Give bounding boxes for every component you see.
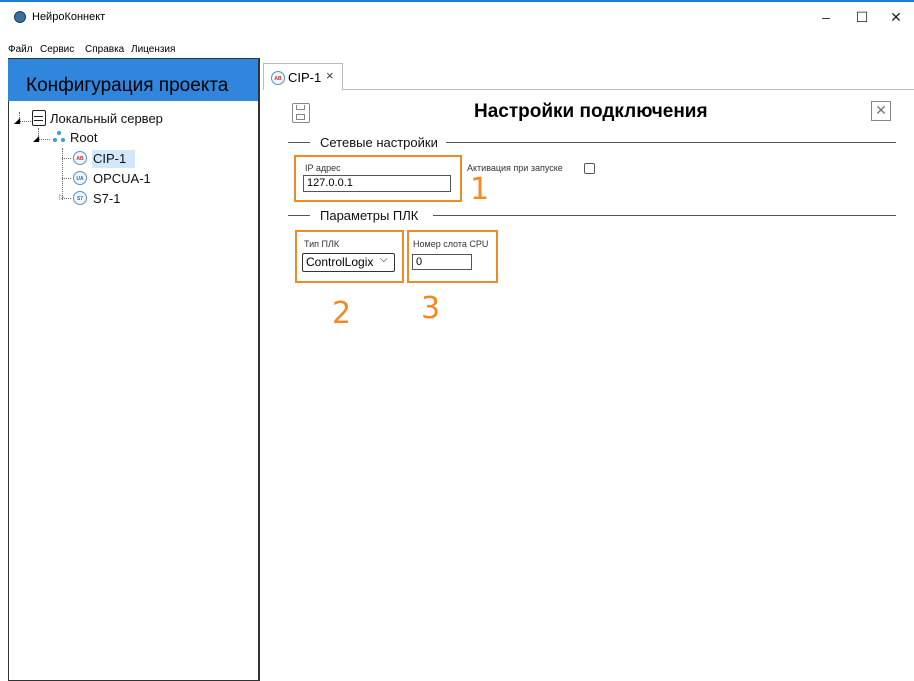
annotation-number-2: 2 xyxy=(332,296,352,331)
plc-section-title: Параметры ПЛК xyxy=(320,208,419,223)
panel-header-title: Конфигурация проекта xyxy=(26,75,229,96)
app-logo-icon xyxy=(14,11,26,23)
tree-item-server[interactable]: Локальный сервер xyxy=(50,111,163,126)
menu-license[interactable]: Лицензия xyxy=(131,44,175,55)
tree-line xyxy=(62,158,71,159)
cpu-slot-input[interactable]: 0 xyxy=(412,254,472,270)
tree-line xyxy=(19,121,31,122)
opcua-badge-icon: UA xyxy=(73,171,87,185)
collapse-icon[interactable]: ▷ xyxy=(59,193,64,201)
activation-checkbox[interactable] xyxy=(584,163,595,174)
menu-help[interactable]: Справка xyxy=(85,44,124,55)
annotation-number-3: 3 xyxy=(421,291,441,326)
tab-label[interactable]: CIP-1 xyxy=(288,70,321,85)
tree-item-cip-1[interactable]: CIP-1 xyxy=(93,151,126,166)
minimize-button[interactable]: – xyxy=(808,4,844,30)
tree-item-s7-1[interactable]: S7-1 xyxy=(93,191,120,206)
tree-line xyxy=(62,178,71,179)
section-divider xyxy=(433,215,896,216)
cip-badge-icon: AB xyxy=(271,71,285,85)
section-divider xyxy=(288,142,310,143)
section-divider xyxy=(446,142,896,143)
plc-type-label: Тип ПЛК xyxy=(304,239,340,249)
maximize-button[interactable]: ☐ xyxy=(844,4,880,30)
cip-badge-icon: AB xyxy=(73,151,87,165)
tab-close-icon[interactable]: × xyxy=(326,68,334,83)
s7-badge-icon: S7 xyxy=(73,191,87,205)
network-section-title: Сетевые настройки xyxy=(320,135,438,150)
close-settings-icon[interactable]: ✕ xyxy=(871,101,891,121)
menu-service[interactable]: Сервис xyxy=(40,44,74,55)
tree-item-opcua-1[interactable]: OPCUA-1 xyxy=(93,171,151,186)
tab-strip-border xyxy=(343,89,914,90)
chevron-down-icon: ⌵ xyxy=(380,254,388,265)
window-title: НейроКоннект xyxy=(32,11,106,23)
save-icon[interactable] xyxy=(292,103,310,123)
title-bar[interactable] xyxy=(0,2,914,38)
section-divider xyxy=(288,215,310,216)
network-icon xyxy=(53,131,66,144)
server-icon xyxy=(32,110,46,126)
ip-address-input[interactable]: 127.0.0.1 xyxy=(303,175,451,192)
expand-icon[interactable]: ◢ xyxy=(33,134,39,143)
tree-item-root[interactable]: Root xyxy=(70,130,97,145)
page-title: Настройки подключения xyxy=(474,101,708,122)
annotation-number-1: 1 xyxy=(470,172,490,207)
cpu-slot-label: Номер слота CPU xyxy=(413,239,489,249)
activation-label: Активация при запуске xyxy=(467,163,563,173)
expand-icon[interactable]: ◢ xyxy=(14,116,20,125)
close-window-button[interactable]: ✕ xyxy=(878,4,914,30)
ip-address-label: IP адрес xyxy=(305,163,341,173)
tree-line xyxy=(38,139,50,140)
menu-file[interactable]: Файл xyxy=(8,44,33,55)
panel-header: Конфигурация проекта xyxy=(8,59,258,101)
